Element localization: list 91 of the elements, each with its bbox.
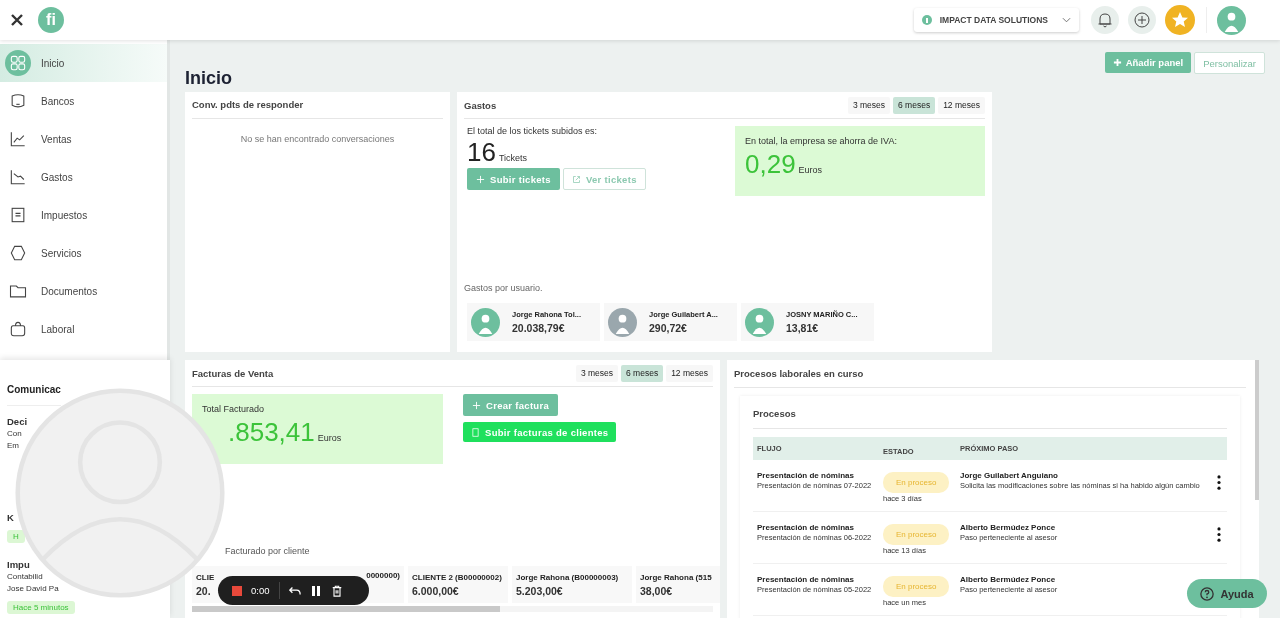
company-select[interactable]: IMPACT DATA SOLUTIONS (913, 8, 1079, 32)
trash-icon[interactable] (330, 584, 343, 597)
scrollbar[interactable] (192, 606, 500, 612)
sidebar-item[interactable]: Ventas (0, 120, 167, 158)
client-name: Jorge Rahona (B00000003) (516, 572, 619, 582)
document-icon (471, 427, 480, 437)
panel-title: Procesos laborales en curso (734, 360, 1246, 388)
chevron-down-icon (1062, 17, 1071, 23)
nav-icon (8, 129, 28, 149)
notification-text: K (7, 512, 14, 524)
nav-icon (8, 243, 28, 263)
notification-text: Contabilid (7, 571, 43, 583)
client-name: Jorge Rahona (515 (640, 572, 712, 582)
status-badge: En proceso (883, 576, 950, 597)
time-tag: H (7, 530, 25, 543)
clients-label: Facturado por cliente (225, 546, 311, 556)
page-title: Inicio (185, 66, 232, 89)
notification-text: Jose David Pa (7, 583, 59, 595)
plus-icon (1112, 58, 1122, 67)
total-value: .853,41 (228, 416, 315, 448)
tickets-count: 16 (467, 136, 496, 168)
sidebar-item[interactable]: Bancos (0, 82, 167, 120)
nav-icon (8, 167, 28, 187)
help-icon (1200, 586, 1215, 601)
panel-title: Conv. pdts de responder (192, 92, 443, 119)
user-avatar (608, 307, 637, 337)
panel-title: Gastos (464, 99, 497, 111)
client-name: CLIENTE 2 (B00000002) (412, 572, 502, 582)
period-tab[interactable]: 6 meses (893, 96, 936, 114)
client-amount: 38,00€ (640, 584, 673, 597)
sidebar-item[interactable]: Laboral (0, 310, 167, 348)
user-avatar (471, 307, 500, 337)
next-step-person: Jorge Guilabert Anguiano (960, 470, 1058, 481)
empty-message: No se han encontrado conversaciones (240, 134, 395, 144)
period-tab[interactable]: 3 meses (847, 96, 890, 114)
notification-text: Em (7, 440, 19, 452)
users-label: Gastos por usuario. (464, 283, 544, 293)
status-badge: En proceso (883, 524, 950, 545)
external-link-icon (571, 174, 581, 184)
savings-value: 0,29 (745, 148, 796, 180)
total-unit: Euros (317, 433, 342, 443)
client-name: CLIE (196, 572, 215, 582)
tickets-label: El total de los tickets subidos es: (467, 126, 598, 136)
tickets-unit: Tickets (498, 153, 528, 163)
client-name: 0000000) (366, 571, 400, 580)
total-label: Total Facturado (202, 404, 266, 414)
flow-name: Presentación de nóminas (757, 470, 854, 481)
user-amount: 13,81€ (786, 322, 820, 334)
nav-icon (8, 53, 28, 73)
status-badge: En proceso (883, 472, 950, 493)
panel-title: Facturas de Venta (192, 367, 274, 379)
user-amount: 20.038,79€ (512, 322, 566, 334)
time-tag: Hace 5 minutos (7, 601, 75, 614)
plus-icon (472, 400, 481, 410)
recording-time: 0:00 (251, 585, 270, 596)
card-title: Procesos (753, 396, 1227, 429)
client-amount: 20. (196, 584, 211, 597)
flow-name: Presentación de nóminas (757, 522, 854, 533)
period-tab[interactable]: 12 meses (666, 364, 713, 382)
sidebar-item[interactable]: Servicios (0, 234, 167, 272)
savings-unit: Euros (798, 165, 823, 175)
client-amount: 6.000,00€ (412, 584, 459, 597)
user-avatar (745, 307, 774, 337)
period-tab[interactable]: 12 meses (938, 96, 985, 114)
flow-name: Presentación de nóminas (757, 574, 854, 585)
pause-icon[interactable] (309, 584, 322, 597)
period-tab[interactable]: 3 meses (575, 364, 618, 382)
sidebar-item[interactable]: Impuestos (0, 196, 167, 234)
stop-icon[interactable] (232, 585, 242, 596)
client-amount: 5.203,00€ (516, 584, 563, 597)
period-tab[interactable]: 6 meses (621, 364, 664, 382)
next-step-person: Alberto Bermúdez Ponce (960, 574, 1056, 585)
close-icon[interactable] (10, 13, 24, 27)
next-step-person: Alberto Bermúdez Ponce (960, 522, 1056, 533)
notification-text: Con (7, 428, 22, 440)
company-icon (921, 15, 932, 25)
sidebar-item[interactable]: Inicio (0, 44, 167, 82)
add-icon[interactable] (1128, 6, 1156, 34)
bell-icon[interactable] (1091, 6, 1119, 34)
more-icon[interactable] (1217, 527, 1221, 542)
nav-icon (8, 319, 28, 339)
scrollbar[interactable] (1255, 360, 1259, 500)
sidebar-item[interactable]: Documentos (0, 272, 167, 310)
help-button[interactable]: Ayuda (1187, 579, 1267, 608)
more-icon[interactable] (1217, 475, 1221, 490)
notification-text: Impu (7, 559, 30, 571)
plus-icon (476, 174, 485, 184)
notification-text: Deci (7, 416, 28, 428)
savings-label: En total, la empresa se ahorra de IVA: (745, 136, 898, 146)
user-amount: 290,72€ (649, 322, 688, 334)
sidebar-item[interactable]: Gastos (0, 158, 167, 196)
